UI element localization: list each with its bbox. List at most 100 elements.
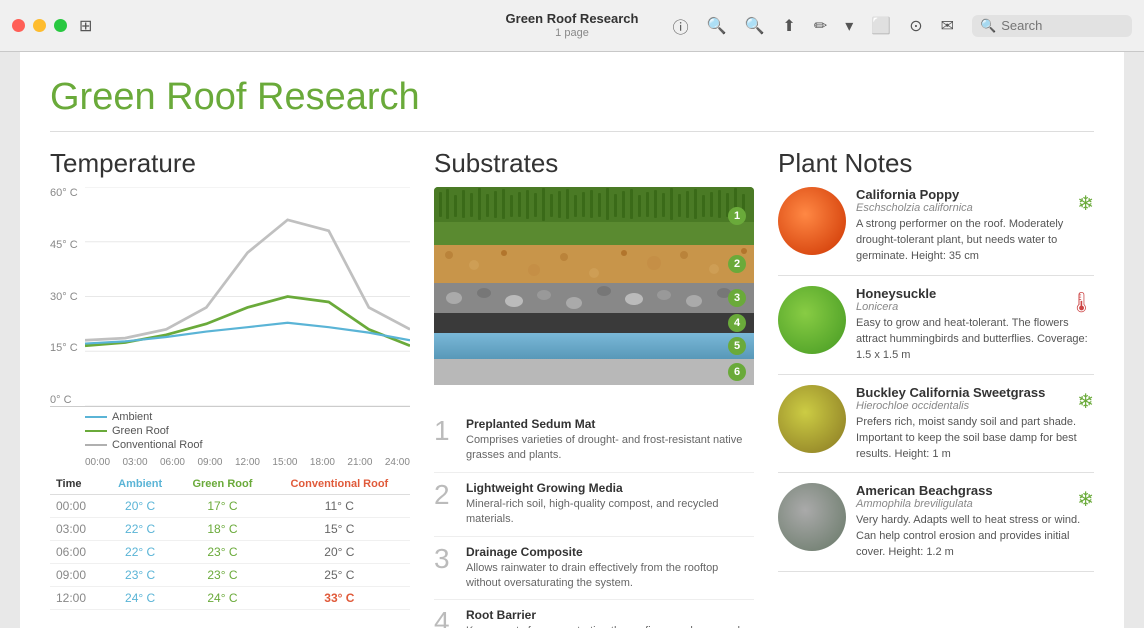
plant-info: American Beachgrass Ammophila breviligul… xyxy=(856,483,1094,561)
td-green-roof: 23° C xyxy=(176,564,269,587)
list-item: 3 Drainage Composite Allows rainwater to… xyxy=(434,545,754,601)
layer-1-num: 1 xyxy=(728,207,746,225)
td-ambient: 23° C xyxy=(104,564,176,587)
three-column-layout: Temperature 60° C 45° C 30° C 15° C 0° C xyxy=(50,148,1094,624)
plant-latin: Eschscholzia californica xyxy=(856,202,973,214)
td-conv-roof: 25° C xyxy=(269,564,410,587)
layer-blue: 5 xyxy=(434,333,754,359)
substrate-list: 1 Preplanted Sedum Mat Comprises varieti… xyxy=(434,417,754,628)
substrate-diagram: 1 xyxy=(434,187,754,407)
chart-legend: Ambient Green Roof Conventional Roof xyxy=(85,411,410,451)
y-label-0: 0° C xyxy=(50,394,80,406)
y-axis-labels: 60° C 45° C 30° C 15° C 0° C xyxy=(50,187,80,406)
y-label-15: 15° C xyxy=(50,342,80,354)
plant-desc: A strong performer on the roof. Moderate… xyxy=(856,217,1094,265)
td-ambient: 20° C xyxy=(104,495,176,518)
y-label-60: 60° C xyxy=(50,187,80,199)
td-green-roof: 23° C xyxy=(176,541,269,564)
zoom-in-icon[interactable]: 🔍 xyxy=(745,16,765,36)
document-subtitle: 1 page xyxy=(506,27,639,40)
th-time: Time xyxy=(50,474,104,495)
plant-notes-title: Plant Notes xyxy=(778,148,1094,179)
legend-ambient: Ambient xyxy=(85,411,410,423)
table-row: 09:00 23° C 23° C 25° C xyxy=(50,564,410,587)
table-row: 12:00 24° C 24° C 33° C xyxy=(50,587,410,610)
fullscreen-button[interactable] xyxy=(54,19,67,32)
layer-sand: 2 xyxy=(434,245,754,283)
temperature-chart-area: 60° C 45° C 30° C 15° C 0° C xyxy=(50,187,410,407)
substrate-desc: Allows rainwater to drain effectively fr… xyxy=(466,561,754,592)
plant-image xyxy=(778,187,846,255)
plant-latin: Ammophila breviligulata xyxy=(856,498,993,510)
plant-latin: Lonicera xyxy=(856,301,936,313)
gravel-svg xyxy=(434,283,754,313)
substrate-number: 2 xyxy=(434,481,456,528)
list-item: 2 Lightweight Growing Media Mineral-rich… xyxy=(434,481,754,537)
x-axis-labels: 00:00 03:00 06:00 09:00 12:00 15:00 18:0… xyxy=(85,457,410,468)
chart-inner xyxy=(85,187,410,406)
substrate-name: Drainage Composite xyxy=(466,545,754,559)
sand-svg xyxy=(434,245,754,283)
plant-name: American Beachgrass xyxy=(856,483,993,498)
td-conv-roof: 20° C xyxy=(269,541,410,564)
substrate-name: Lightweight Growing Media xyxy=(466,481,754,495)
titlebar: ⊞ Green Roof Research 1 page ⓘ 🔍 🔍 ⬆ ✏ ▾… xyxy=(0,0,1144,52)
th-green-roof: Green Roof xyxy=(176,474,269,495)
plant-list: California Poppy Eschscholzia californic… xyxy=(778,187,1094,572)
plant-info: California Poppy Eschscholzia californic… xyxy=(856,187,1094,265)
temperature-section: Temperature 60° C 45° C 30° C 15° C 0° C xyxy=(50,148,410,628)
td-green-roof: 17° C xyxy=(176,495,269,518)
minimize-button[interactable] xyxy=(33,19,46,32)
plant-info: Buckley California Sweetgrass Hierochloe… xyxy=(856,385,1094,463)
legend-green-roof: Green Roof xyxy=(85,425,410,437)
td-ambient: 22° C xyxy=(104,518,176,541)
chevron-down-icon[interactable]: ▾ xyxy=(845,16,853,36)
layer-2-num: 2 xyxy=(728,255,746,273)
legend-ambient-label: Ambient xyxy=(112,411,152,423)
layer-grass: 1 xyxy=(434,187,754,245)
substrates-title: Substrates xyxy=(434,148,754,179)
substrates-section: Substrates xyxy=(434,148,754,628)
pencil-icon[interactable]: ✏ xyxy=(814,16,827,36)
sidebar-toggle-icon[interactable]: ⊞ xyxy=(79,16,92,36)
substrate-number: 1 xyxy=(434,417,456,464)
td-time: 00:00 xyxy=(50,495,104,518)
plant-info: Honeysuckle Lonicera 🌡 Easy to grow and … xyxy=(856,286,1094,364)
table-row: 03:00 22° C 18° C 15° C xyxy=(50,518,410,541)
substrate-text: Root Barrier Keeps roots from penetratin… xyxy=(466,608,754,628)
person-icon[interactable]: ⊙ xyxy=(909,16,922,36)
list-item: California Poppy Eschscholzia californic… xyxy=(778,187,1094,276)
td-conv-roof: 15° C xyxy=(269,518,410,541)
page-title: Green Roof Research xyxy=(50,76,1094,132)
list-item: Buckley California Sweetgrass Hierochloe… xyxy=(778,385,1094,474)
info-icon[interactable]: ⓘ xyxy=(673,14,689,38)
window-icon[interactable]: ⬜ xyxy=(871,16,891,36)
plant-desc: Easy to grow and heat-tolerant. The flow… xyxy=(856,316,1094,364)
list-item: Honeysuckle Lonicera 🌡 Easy to grow and … xyxy=(778,286,1094,375)
td-conv-roof: 11° C xyxy=(269,495,410,518)
substrate-name: Root Barrier xyxy=(466,608,754,622)
layer-dark: 4 xyxy=(434,313,754,333)
layer-6-num: 6 xyxy=(728,363,746,381)
substrate-number: 3 xyxy=(434,545,456,592)
substrate-desc: Mineral-rich soil, high-quality compost,… xyxy=(466,497,754,528)
td-ambient: 22° C xyxy=(104,541,176,564)
layer-4-num: 4 xyxy=(728,314,746,332)
td-green-roof: 24° C xyxy=(176,587,269,610)
titlebar-center: Green Roof Research 1 page xyxy=(506,11,639,40)
zoom-out-icon[interactable]: 🔍 xyxy=(707,16,727,36)
y-label-30: 30° C xyxy=(50,291,80,303)
search-bar[interactable]: 🔍 xyxy=(972,15,1132,37)
td-time: 03:00 xyxy=(50,518,104,541)
plant-latin: Hierochloe occidentalis xyxy=(856,400,1045,412)
markup-icon[interactable]: ✉ xyxy=(941,16,954,36)
search-input[interactable] xyxy=(1001,18,1121,33)
substrate-desc: Keeps roots from penetrating the roofing… xyxy=(466,624,754,628)
plant-name: Buckley California Sweetgrass xyxy=(856,385,1045,400)
substrate-text: Preplanted Sedum Mat Comprises varieties… xyxy=(466,417,754,464)
substrate-text: Drainage Composite Allows rainwater to d… xyxy=(466,545,754,592)
td-conv-roof: 33° C xyxy=(269,587,410,610)
share-icon[interactable]: ⬆ xyxy=(782,16,795,36)
traffic-lights xyxy=(12,19,67,32)
close-button[interactable] xyxy=(12,19,25,32)
